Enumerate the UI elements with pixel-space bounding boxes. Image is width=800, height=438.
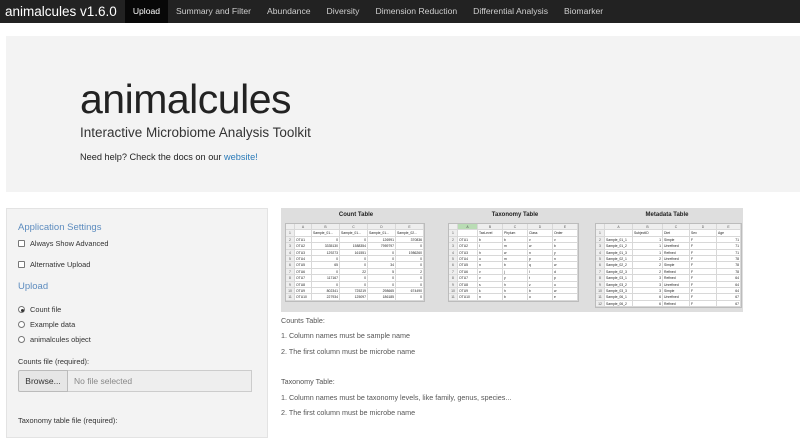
upload-sidebar: Application Settings Always Show Advance…: [6, 208, 268, 438]
radio-label: Example data: [30, 320, 76, 329]
counts-file-label: Counts file (required):: [18, 357, 90, 366]
counts-file-input[interactable]: Browse... No file selected: [18, 370, 252, 392]
upload-heading: Upload: [18, 281, 49, 292]
alternative-upload-checkbox[interactable]: Alternative Upload: [18, 260, 90, 269]
sheet-cell: o: [528, 294, 553, 301]
counts-rule-1: 1. Column names must be sample name: [281, 331, 411, 340]
tab-upload[interactable]: Upload: [124, 0, 169, 23]
checkbox-box[interactable]: [18, 261, 25, 268]
count-table-panel: Count Table A B C D E 1 Sample_01... Sample_01.…: [281, 208, 431, 312]
alternative-upload-label: Alternative Upload: [30, 260, 91, 269]
application-settings-heading: Application Settings: [18, 222, 102, 233]
example-tables-image: Count Table A B C D E 1 Sample_01... Sample_01.…: [281, 208, 743, 312]
tab-dimension-reduction[interactable]: Dimension Reduction: [367, 0, 465, 23]
sheet-cell: 0: [396, 294, 424, 301]
sheet-row: 11 OTU10 n b o e: [449, 294, 578, 301]
sheet-cell: b: [503, 294, 528, 301]
hero-banner: animalcules Interactive Microbiome Analy…: [6, 36, 800, 192]
row-number-cell: 11: [449, 294, 458, 301]
top-navbar: animalcules v1.6.0 Upload Summary and Fi…: [0, 0, 800, 23]
sheet-cell: e: [553, 294, 578, 301]
website-link[interactable]: website!: [224, 152, 258, 162]
sheet-cell: 186185: [368, 294, 396, 301]
radio-button[interactable]: [18, 336, 25, 343]
browse-button[interactable]: Browse...: [18, 370, 68, 392]
taxonomy-table-heading: Taxonomy Table:: [281, 377, 335, 386]
radio-label: animalcules object: [30, 335, 91, 344]
help-text: Need help? Check the docs on our website…: [80, 152, 258, 162]
taxonomy-rule-1: 1. Column names must be taxonomy levels,…: [281, 393, 512, 402]
sheet-cell: Refined: [663, 300, 690, 308]
sheet-row: 11 OTU10 227934 125097 186185 0: [286, 294, 424, 301]
metadata-table-panel: Metadata Table A B C D E 1 SubjectID Diet Sex Age…: [591, 208, 743, 312]
row-number-cell: 12: [596, 300, 605, 308]
sheet-cell: 125097: [340, 294, 368, 301]
sheet-cell: OTU10: [458, 294, 478, 301]
taxonomy-table-sheet: A B C D E 1 TaxLevel Phylum Class Order 2 OTU1 b b v v 3…: [448, 223, 579, 302]
radio-button[interactable]: [18, 321, 25, 328]
app-brand[interactable]: animalcules v1.6.0: [0, 0, 125, 23]
sheet-cell: 227934: [312, 294, 340, 301]
checkbox-box[interactable]: [18, 240, 25, 247]
radio-example-data[interactable]: Example data: [18, 320, 75, 329]
taxonomy-table-title: Taxonomy Table: [491, 212, 539, 218]
tab-abundance[interactable]: Abundance: [259, 0, 319, 23]
taxonomy-rule-2: 2. The first column must be microbe name: [281, 408, 416, 417]
radio-animalcules-object[interactable]: animalcules object: [18, 335, 91, 344]
count-table-title: Count Table: [338, 212, 374, 218]
sheet-cell: n: [478, 294, 503, 301]
radio-button-selected[interactable]: [18, 306, 25, 313]
tab-biomarker[interactable]: Biomarker: [556, 0, 611, 23]
row-number-cell: 11: [286, 294, 295, 301]
radio-count-file[interactable]: Count file: [18, 305, 61, 314]
sheet-cell: 6: [633, 300, 663, 308]
file-name-field[interactable]: No file selected: [68, 370, 252, 392]
sheet-cell: 67: [717, 300, 741, 308]
counts-table-heading: Counts Table:: [281, 316, 325, 325]
sheet-cell: F: [690, 300, 717, 308]
counts-rule-2: 2. The first column must be microbe name: [281, 347, 416, 356]
page-title: animalcules: [80, 76, 292, 122]
sheet-cell: OTU10: [295, 294, 312, 301]
sheet-row: 12 Sample_06_2 6 Refined F 67: [596, 300, 741, 308]
tab-summary-and-filter[interactable]: Summary and Filter: [168, 0, 259, 23]
metadata-table-sheet: A B C D E 1 SubjectID Diet Sex Age 2 Sample_01_1 1 Si…: [595, 223, 742, 309]
page-subtitle: Interactive Microbiome Analysis Toolkit: [80, 125, 311, 140]
sheet-cell: Sample_06_2: [605, 300, 633, 308]
always-show-advanced-label: Always Show Advanced: [30, 239, 109, 248]
tab-diversity[interactable]: Diversity: [319, 0, 368, 23]
help-prefix: Need help? Check the docs on our: [80, 152, 225, 162]
taxonomy-table-panel: Taxonomy Table A B C D E 1 TaxLevel Phylum Class…: [439, 208, 591, 312]
count-table-sheet: A B C D E 1 Sample_01... Sample_01... Sample_01.…: [285, 223, 425, 302]
metadata-table-title: Metadata Table: [645, 212, 689, 218]
always-show-advanced-checkbox[interactable]: Always Show Advanced: [18, 239, 108, 248]
radio-label: Count file: [30, 305, 62, 314]
tab-differential-analysis[interactable]: Differential Analysis: [465, 0, 556, 23]
taxonomy-file-label: Taxonomy table file (required):: [18, 416, 118, 425]
